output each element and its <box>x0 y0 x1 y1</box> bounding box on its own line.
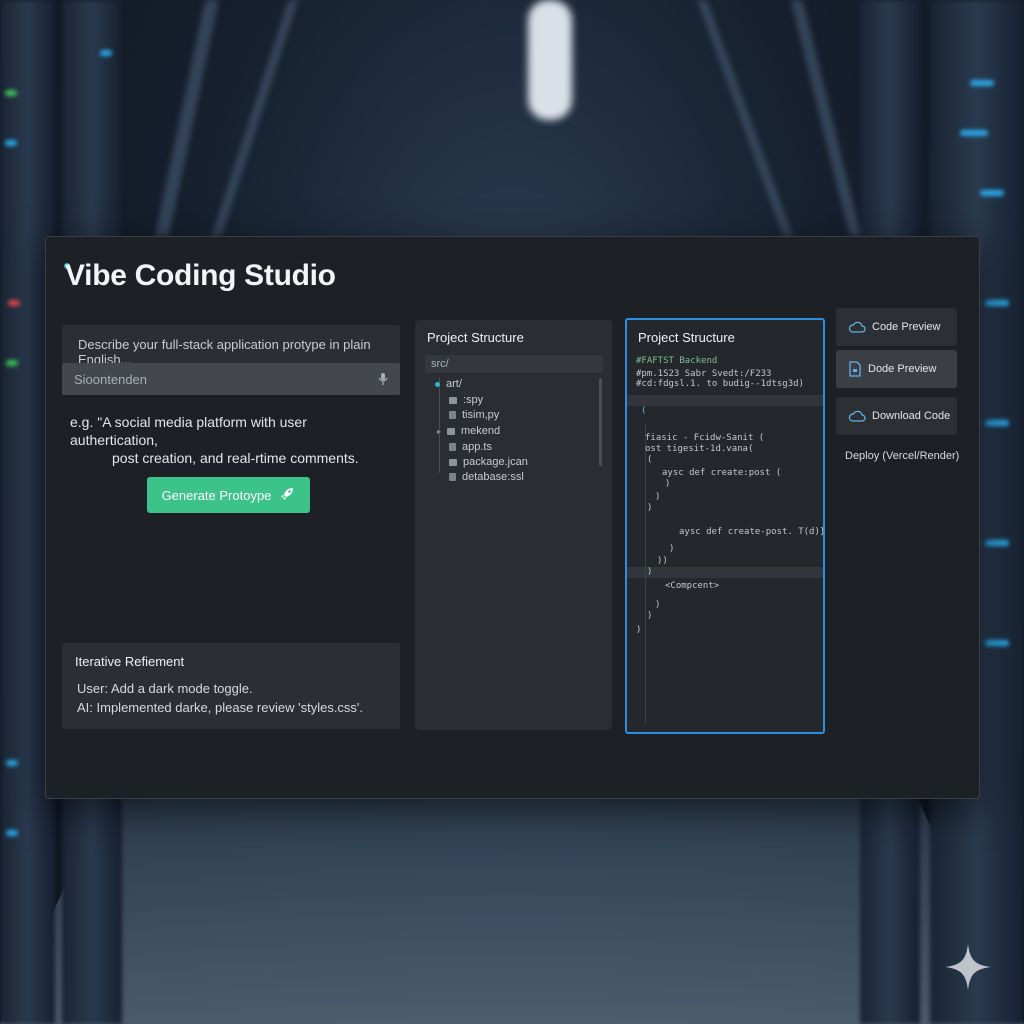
code-line: ( <box>641 406 647 416</box>
folder-icon <box>449 396 457 404</box>
refinement-message: AI: Implemented darke, please review 'st… <box>77 700 364 715</box>
prompt-example: e.g. "A social media platform with user … <box>70 413 390 467</box>
file-icon <box>449 411 456 419</box>
code-line: #FAFTST Backend <box>636 356 718 366</box>
chevron-right-icon: ▸ <box>437 426 442 436</box>
code-line: ) <box>647 567 653 577</box>
app-title: Vibe Coding Studio <box>65 259 336 292</box>
tree-root[interactable]: src/ <box>425 355 603 373</box>
prompt-input[interactable]: Sioontenden <box>62 363 400 395</box>
refinement-panel: Iterative Refiement User: Add a dark mod… <box>62 643 400 729</box>
code-line: fiasic - Fcidw-Sanit ( <box>645 433 765 443</box>
code-preview-button[interactable]: Code Preview <box>836 308 957 346</box>
tree-item[interactable]: ▸ mekend <box>437 425 500 437</box>
cloud-icon <box>848 410 866 422</box>
folder-icon <box>449 458 457 466</box>
dode-preview-button[interactable]: Dode Preview <box>836 350 957 388</box>
code-line: ) <box>665 479 671 489</box>
code-line: <Compcent> <box>665 581 720 591</box>
database-icon <box>449 473 456 481</box>
download-code-label: Download Code <box>872 410 951 422</box>
dode-preview-label: Dode Preview <box>868 363 937 375</box>
prompt-example-line1: e.g. "A social media platform with user … <box>70 414 307 448</box>
project-structure-title: Project Structure <box>427 330 524 345</box>
code-editor-panel[interactable]: Project Structure #FAFTST Backend #pm.1S… <box>625 318 825 734</box>
code-panel-title: Project Structure <box>638 330 735 345</box>
code-line: ) <box>636 625 642 635</box>
mic-icon[interactable] <box>376 372 390 386</box>
tree-item[interactable]: art/ <box>435 378 462 390</box>
tree-item[interactable]: package.jcan <box>449 456 528 468</box>
tree-item[interactable]: tisim,py <box>449 409 499 421</box>
refinement-message: User: Add a dark mode toggle. <box>77 681 253 696</box>
code-line: ) <box>647 611 653 621</box>
prompt-example-line2: post creation, and real-rtime comments. <box>112 450 359 466</box>
code-line: ost tigesit-1d.vana( <box>645 444 754 454</box>
tree-item[interactable]: :spy <box>449 394 483 406</box>
code-line: #cd:fdgsl.1. to budig--1dtsg3d) <box>636 379 804 389</box>
document-icon <box>849 361 861 377</box>
prompt-input-value: Sioontenden <box>74 371 148 387</box>
code-line: aysc def create:post ( <box>662 468 782 478</box>
code-line: aysc def create-post. T(d)} <box>679 527 825 537</box>
code-line: ) <box>655 492 661 502</box>
rocket-icon <box>279 486 295 505</box>
deploy-link[interactable]: Deploy (Vercel/Render) <box>845 450 959 462</box>
refinement-title: Iterative Refiement <box>75 654 185 669</box>
tree-item[interactable]: detabase:ssl <box>449 471 524 483</box>
app-window: Vibe Coding Studio Describe your full-st… <box>45 236 980 799</box>
folder-icon <box>447 427 456 435</box>
code-preview-label: Code Preview <box>872 321 941 333</box>
code-line: )) <box>657 556 668 566</box>
code-line: ) <box>655 600 661 610</box>
tree-scrollbar[interactable] <box>599 378 602 466</box>
project-structure-panel: Project Structure src/ art/ :spy tisim,p… <box>415 320 612 730</box>
code-line: #pm.1S23 Sabr Svedt:/F233 <box>636 369 772 379</box>
code-line: ) <box>647 503 653 513</box>
generate-prototype-label: Generate Protoype <box>161 487 272 503</box>
generate-prototype-button[interactable]: Generate Protoype <box>147 477 310 513</box>
folder-open-icon <box>435 381 440 387</box>
download-code-button[interactable]: Download Code <box>836 397 957 435</box>
cloud-icon <box>848 321 866 333</box>
sparkle-icon <box>945 944 991 990</box>
prompt-panel: Describe your full-stack application pro… <box>62 325 400 395</box>
file-icon <box>449 443 456 451</box>
code-line: ) <box>669 544 675 554</box>
tree-item[interactable]: app.ts <box>449 441 492 453</box>
code-line: ( <box>647 455 653 465</box>
